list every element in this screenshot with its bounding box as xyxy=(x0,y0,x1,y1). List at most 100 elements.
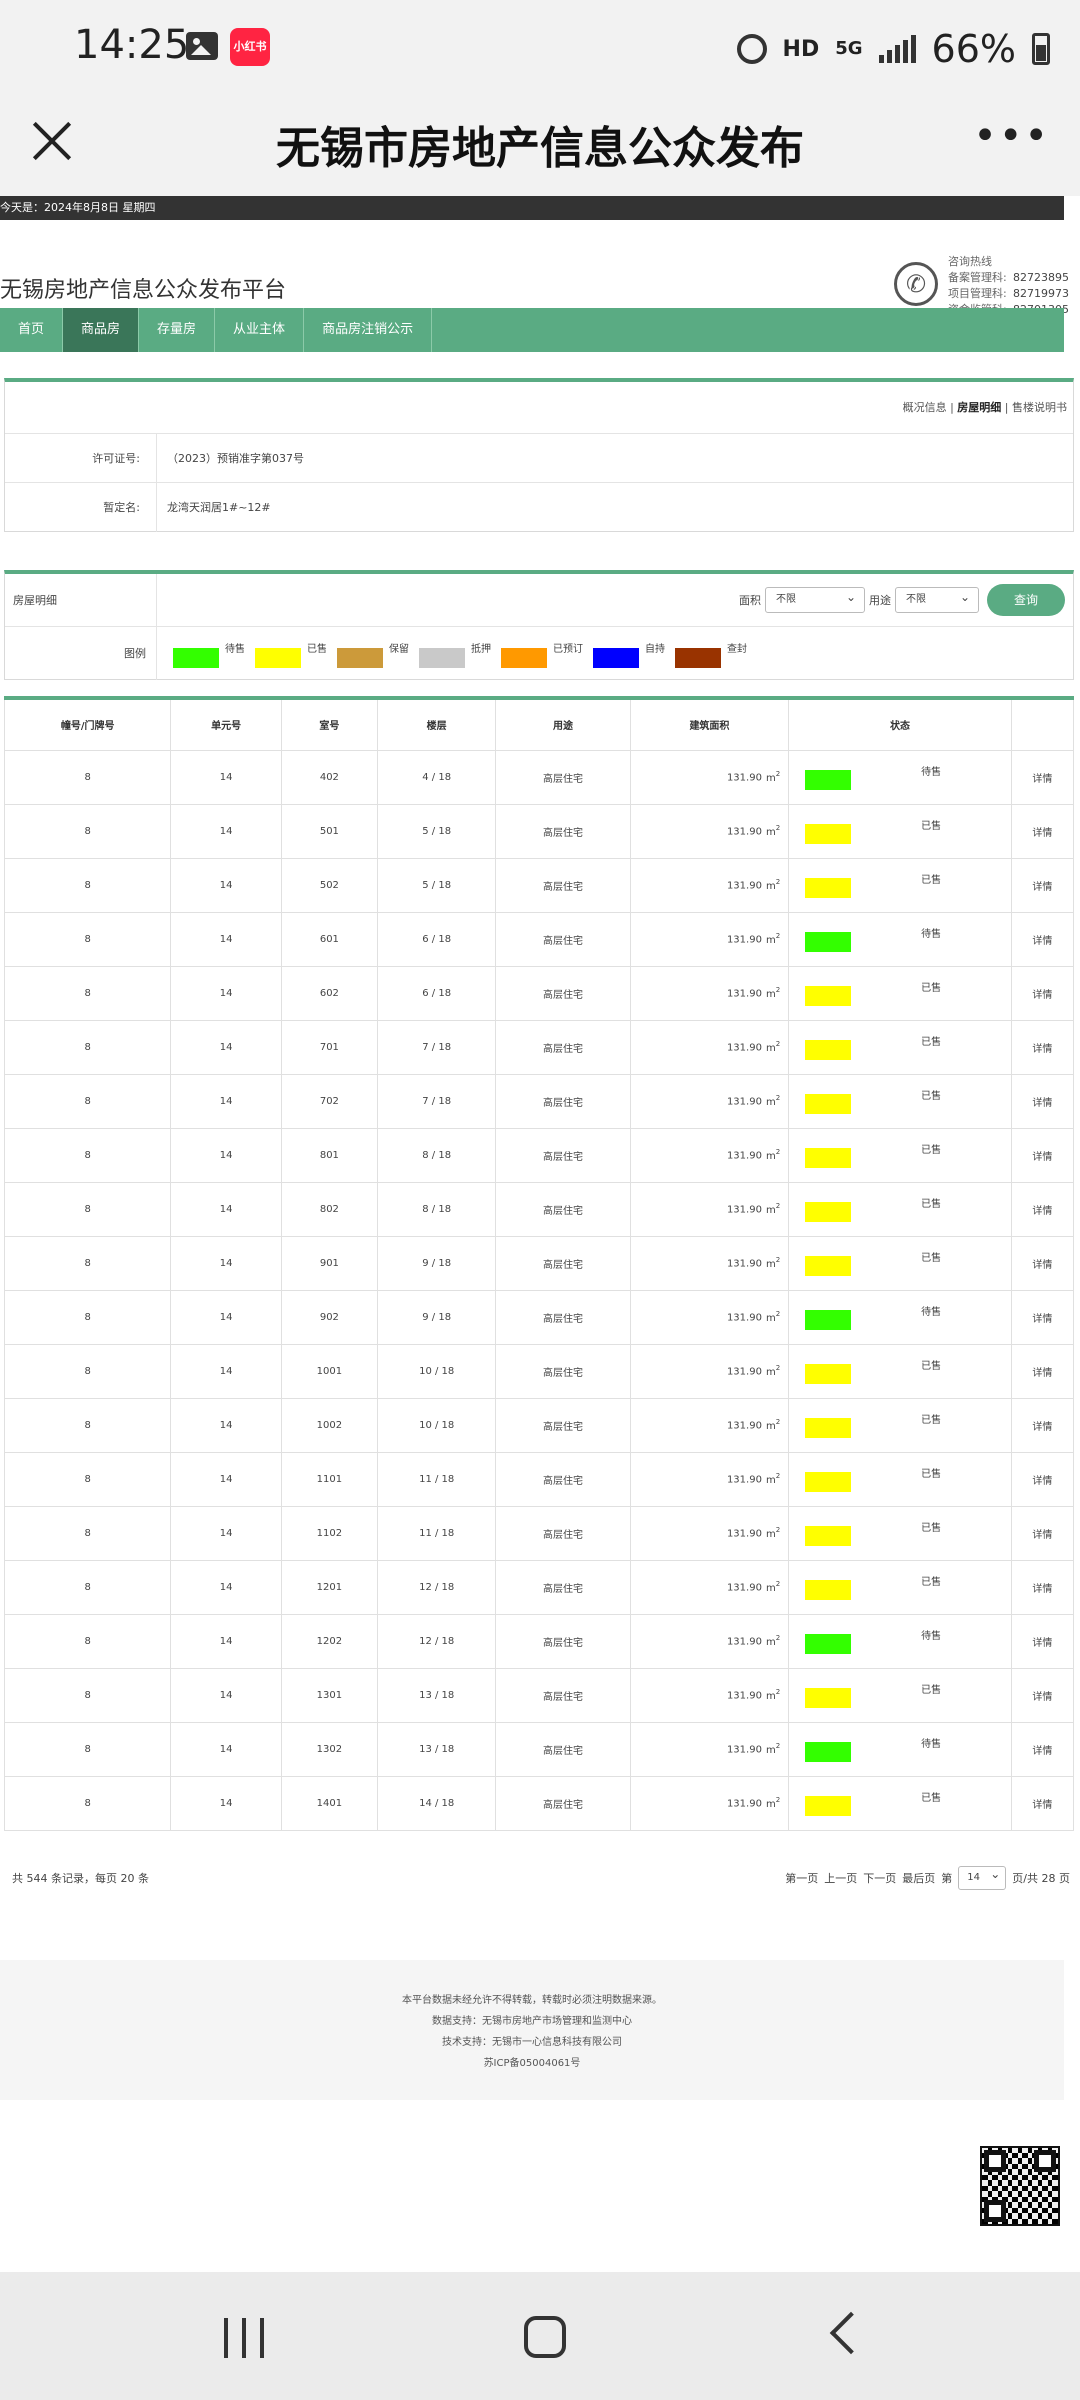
area-value: 131.90 xyxy=(726,1150,762,1162)
legend-item: 待售 xyxy=(173,640,245,668)
status-swatch xyxy=(805,1472,852,1492)
nav-item[interactable]: 从业主体 xyxy=(215,308,305,352)
cell-area: 131.90 m2 xyxy=(629,965,790,1021)
qr-finder xyxy=(984,2200,1006,2222)
detail-link[interactable]: 详情 xyxy=(1010,1019,1075,1075)
home-icon[interactable] xyxy=(524,2316,566,2358)
cell-unit: 14 xyxy=(170,1343,282,1399)
table-row: 8 14 601 6 / 18 高层住宅 131.90 m2 待售 详情 xyxy=(3,911,1075,967)
nav-item[interactable]: 商品房 xyxy=(63,308,140,352)
cell-room: 901 xyxy=(280,1235,379,1291)
first-page-link[interactable]: 第一页 xyxy=(785,1870,818,1886)
detail-link[interactable]: 详情 xyxy=(1010,965,1075,1021)
cell-status: 已售 xyxy=(788,1397,1012,1453)
area-value: 131.90 xyxy=(726,1204,762,1216)
tab-overview[interactable]: 概况信息 xyxy=(903,401,947,414)
legend-item: 查封 xyxy=(675,640,747,668)
cell-status: 待售 xyxy=(788,911,1012,967)
table-row: 8 14 1101 11 / 18 高层住宅 131.90 m2 已售 详情 xyxy=(3,1451,1075,1507)
table-row: 8 14 902 9 / 18 高层住宅 131.90 m2 待售 详情 xyxy=(3,1289,1075,1345)
page-select[interactable]: 14 xyxy=(958,1863,1007,1890)
cell-room: 801 xyxy=(280,1127,379,1183)
cell-building: 8 xyxy=(3,1505,172,1561)
legend-swatch xyxy=(501,647,547,668)
cell-use: 高层住宅 xyxy=(495,965,631,1021)
back-icon[interactable] xyxy=(829,2311,873,2355)
query-button[interactable]: 查询 xyxy=(987,584,1065,616)
detail-link[interactable]: 详情 xyxy=(1010,1721,1075,1777)
table-row: 8 14 1201 12 / 18 高层住宅 131.90 m2 已售 详情 xyxy=(3,1559,1075,1615)
battery-percent: 66% xyxy=(931,27,1016,71)
status-swatch xyxy=(805,1418,852,1438)
detail-link[interactable]: 详情 xyxy=(1010,1343,1075,1399)
next-page-link[interactable]: 下一页 xyxy=(863,1870,896,1886)
detail-link[interactable]: 详情 xyxy=(1010,1235,1075,1291)
table-body: 8 14 402 4 / 18 高层住宅 131.90 m2 待售 详情 8 14 501 5 / 18… xyxy=(3,749,1075,1831)
tab-sales-brochure[interactable]: 售楼说明书 xyxy=(1012,401,1067,414)
detail-link[interactable]: 详情 xyxy=(1010,911,1075,967)
area-unit: m xyxy=(765,880,776,892)
area-unit: m xyxy=(765,1150,776,1162)
legend-item: 已售 xyxy=(255,640,327,668)
detail-link[interactable]: 详情 xyxy=(1010,857,1075,913)
cell-area: 131.90 m2 xyxy=(629,857,790,913)
status-swatch xyxy=(805,1364,852,1384)
cell-use: 高层住宅 xyxy=(495,1397,631,1453)
area-unit: m xyxy=(765,934,776,946)
cell-room: 601 xyxy=(280,911,379,967)
more-options-icon[interactable]: ••• xyxy=(973,116,1050,156)
cell-use: 高层住宅 xyxy=(495,1451,631,1507)
cell-building: 8 xyxy=(3,1613,172,1669)
prev-page-link[interactable]: 上一页 xyxy=(824,1870,857,1886)
legend-swatch xyxy=(173,647,219,668)
battery-icon xyxy=(1032,33,1050,65)
status-label: 已售 xyxy=(921,1522,942,1534)
recent-apps-icon[interactable] xyxy=(224,2318,264,2358)
cell-unit: 14 xyxy=(170,1775,282,1831)
column-header: 室号 xyxy=(280,697,379,751)
nav-item[interactable]: 首页 xyxy=(0,308,64,352)
status-swatch xyxy=(805,824,852,844)
detail-link[interactable]: 详情 xyxy=(1010,1613,1075,1669)
detail-link[interactable]: 详情 xyxy=(1010,1289,1075,1345)
cell-floor: 5 / 18 xyxy=(377,857,497,913)
detail-link[interactable]: 详情 xyxy=(1010,1667,1075,1723)
area-value: 131.90 xyxy=(726,826,762,838)
house-table: 幢号/门牌号 单元号 室号 楼层 用途 建筑面积 状态 8 14 402 4 / 18 高层住宅 13… xyxy=(3,696,1075,1831)
use-select[interactable]: 不限 xyxy=(895,585,979,613)
nav-item[interactable]: 存量房 xyxy=(139,308,216,352)
detail-link[interactable]: 详情 xyxy=(1010,1127,1075,1183)
detail-link[interactable]: 详情 xyxy=(1010,1775,1075,1831)
detail-link[interactable]: 详情 xyxy=(1010,1181,1075,1237)
area-select[interactable]: 不限 xyxy=(765,585,865,613)
cell-status: 已售 xyxy=(788,1343,1012,1399)
nav-item[interactable]: 商品房注销公示 xyxy=(304,308,433,352)
area-value: 131.90 xyxy=(726,1420,762,1432)
cell-area: 131.90 m2 xyxy=(629,1505,790,1561)
cell-unit: 14 xyxy=(170,1397,282,1453)
page-prefix: 第 xyxy=(941,1872,953,1885)
footer-line[interactable]: 苏ICP备05004061号 xyxy=(0,2053,1064,2074)
cell-floor: 7 / 18 xyxy=(377,1073,497,1129)
detail-link[interactable]: 详情 xyxy=(1010,1559,1075,1615)
cell-status: 已售 xyxy=(788,1127,1012,1183)
area-unit: m xyxy=(765,1420,776,1432)
detail-link[interactable]: 详情 xyxy=(1010,1397,1075,1453)
cell-use: 高层住宅 xyxy=(495,1721,631,1777)
cell-building: 8 xyxy=(3,857,172,913)
last-page-link[interactable]: 最后页 xyxy=(902,1870,935,1886)
detail-link[interactable]: 详情 xyxy=(1010,1505,1075,1561)
cell-floor: 11 / 18 xyxy=(377,1451,497,1507)
cell-status: 已售 xyxy=(788,1505,1012,1561)
area-unit: m xyxy=(765,1312,776,1324)
detail-link[interactable]: 详情 xyxy=(1010,1451,1075,1507)
cell-use: 高层住宅 xyxy=(495,1127,631,1183)
detail-link[interactable]: 详情 xyxy=(1010,803,1075,859)
detail-link[interactable]: 详情 xyxy=(1010,1073,1075,1129)
cell-status: 已售 xyxy=(788,1073,1012,1129)
tab-house-details[interactable]: 房屋明细 xyxy=(957,401,1001,414)
status-label: 已售 xyxy=(921,982,942,994)
detail-link[interactable]: 详情 xyxy=(1010,749,1075,805)
status-label: 已售 xyxy=(921,1036,942,1048)
cell-unit: 14 xyxy=(170,803,282,859)
